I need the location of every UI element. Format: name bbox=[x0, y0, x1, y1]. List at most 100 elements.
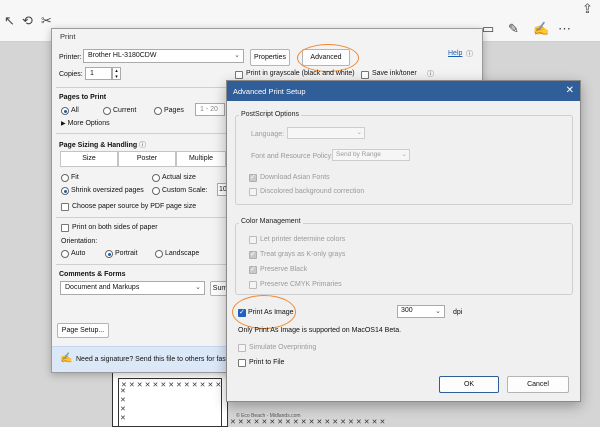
grayscale-label: Print in grayscale (black and white) bbox=[246, 70, 355, 77]
close-icon[interactable]: ✕ bbox=[566, 85, 574, 96]
actual-size-label: Actual size bbox=[162, 174, 196, 181]
font-policy-value: Send by Range bbox=[336, 151, 381, 158]
grayscale-checkbox[interactable] bbox=[235, 71, 243, 79]
document-pattern-bottom: ✕✕✕✕✕✕✕✕✕✕✕✕✕✕✕✕✕✕✕✕ bbox=[230, 419, 388, 426]
help-info-icon: ⓘ bbox=[466, 51, 473, 58]
actual-size-radio[interactable] bbox=[152, 174, 160, 182]
fit-radio[interactable] bbox=[61, 174, 69, 182]
advanced-highlight-oval bbox=[297, 44, 359, 72]
copies-stepper[interactable]: ▴ ▾ bbox=[112, 67, 121, 80]
portrait-radio[interactable] bbox=[105, 250, 113, 258]
both-sides-checkbox[interactable] bbox=[61, 224, 69, 232]
chevron-down-icon: ⌄ bbox=[234, 52, 240, 59]
paper-source-checkbox[interactable] bbox=[61, 203, 69, 211]
tab-poster[interactable]: Poster bbox=[118, 151, 176, 167]
save-ink-checkbox[interactable] bbox=[361, 71, 369, 79]
macos-note: Only Print As Image is supported on MacO… bbox=[238, 327, 402, 334]
dpi-unit: dpi bbox=[453, 309, 463, 316]
page-sizing-label: Page Sizing & Handling bbox=[59, 142, 138, 149]
chevron-down-icon: ⌄ bbox=[435, 308, 441, 315]
advanced-print-setup-dialog: Advanced Print Setup ✕ PostScript Option… bbox=[226, 80, 581, 402]
cancel-button[interactable]: Cancel bbox=[507, 376, 569, 393]
document-pattern-left: ✕ ✕ ✕ ✕ bbox=[120, 388, 126, 422]
landscape-label: Landscape bbox=[165, 250, 200, 257]
tab-size[interactable]: Size bbox=[60, 151, 118, 167]
chevron-down-icon: ⌄ bbox=[401, 151, 407, 158]
signature-icon: ✍ bbox=[60, 353, 73, 364]
print-to-file-label: Print to File bbox=[249, 359, 285, 366]
scissors-icon[interactable]: ✂ bbox=[41, 14, 52, 27]
download-fonts-label: Download Asian Fonts bbox=[260, 174, 330, 181]
sign-icon[interactable]: ✍ bbox=[533, 22, 549, 35]
simulate-overprint-checkbox[interactable] bbox=[238, 344, 246, 352]
undo-icon[interactable]: ⟲ bbox=[22, 14, 33, 27]
orientation-label: Orientation: bbox=[61, 238, 98, 245]
discolored-bg-label: Discolored background correction bbox=[260, 188, 365, 195]
preserve-cmyk-label: Preserve CMYK Primaries bbox=[260, 281, 342, 288]
current-label: Current bbox=[113, 107, 137, 114]
comment-icon[interactable]: ▭ bbox=[482, 22, 494, 35]
print-to-file-checkbox[interactable] bbox=[238, 359, 246, 367]
advanced-dialog-titlebar: Advanced Print Setup ✕ bbox=[227, 81, 580, 101]
banner-text: Need a signature? Send this file to othe… bbox=[76, 356, 230, 363]
copies-label: Copies: bbox=[59, 71, 83, 78]
treat-grays-label: Treat grays as K-only grays bbox=[260, 251, 346, 258]
color-management-heading: Color Management bbox=[239, 218, 303, 225]
treat-grays-checkbox[interactable] bbox=[249, 250, 257, 259]
cursor-icon[interactable]: ↖ bbox=[4, 14, 15, 27]
chevron-down-icon: ⌄ bbox=[356, 129, 362, 136]
preserve-black-label: Preserve Black bbox=[260, 266, 308, 273]
chevron-down-icon: ⌄ bbox=[195, 284, 201, 291]
dpi-value: 300 bbox=[401, 307, 413, 314]
current-radio[interactable] bbox=[103, 107, 111, 115]
properties-button[interactable]: Properties bbox=[250, 49, 290, 66]
print-as-image-highlight-oval bbox=[232, 295, 296, 329]
triangle-right-icon: ▶ bbox=[61, 121, 66, 127]
font-policy-select[interactable]: Send by Range ⌄ bbox=[332, 149, 410, 161]
save-ink-label: Save ink/toner bbox=[372, 70, 417, 77]
let-printer-checkbox[interactable] bbox=[249, 236, 257, 244]
postscript-options-heading: PostScript Options bbox=[239, 111, 301, 118]
dpi-select[interactable]: 300 ⌄ bbox=[397, 305, 445, 318]
landscape-radio[interactable] bbox=[155, 250, 163, 258]
more-icon[interactable]: ⋯ bbox=[558, 22, 571, 35]
printer-label: Printer: bbox=[59, 54, 82, 61]
comments-select[interactable]: Document and Markups ⌄ bbox=[60, 281, 205, 295]
highlight-icon[interactable]: ✎ bbox=[508, 22, 519, 35]
help-link[interactable]: Help bbox=[448, 50, 462, 57]
printer-select[interactable]: Brother HL-3180CDW ⌄ bbox=[83, 49, 244, 63]
document-page: ✕✕✕✕✕✕✕✕✕✕✕✕✕✕ ✕ ✕ ✕ ✕ bbox=[112, 372, 228, 427]
auto-label: Auto bbox=[71, 250, 86, 257]
pages-radio[interactable] bbox=[154, 107, 162, 115]
copies-input[interactable]: 1 bbox=[85, 67, 112, 80]
share-icon[interactable]: ⇪ bbox=[582, 2, 593, 15]
page-setup-button[interactable]: Page Setup... bbox=[57, 323, 109, 338]
download-fonts-checkbox[interactable] bbox=[249, 173, 257, 182]
pages-range-input[interactable]: 1 - 20 bbox=[195, 103, 225, 116]
paper-source-label: Choose paper source by PDF page size bbox=[72, 203, 197, 210]
preserve-black-checkbox[interactable] bbox=[249, 265, 257, 274]
tab-multiple[interactable]: Multiple bbox=[176, 151, 226, 167]
fit-label: Fit bbox=[71, 174, 79, 181]
printer-value: Brother HL-3180CDW bbox=[88, 52, 157, 59]
save-ink-info-icon: ⓘ bbox=[427, 71, 434, 78]
all-label: All bbox=[71, 107, 79, 114]
simulate-overprint-label: Simulate Overprinting bbox=[249, 344, 317, 351]
pages-label: Pages bbox=[164, 107, 184, 114]
auto-radio[interactable] bbox=[61, 250, 69, 258]
comments-forms-heading: Comments & Forms bbox=[59, 271, 126, 278]
comments-value: Document and Markups bbox=[65, 284, 140, 291]
more-options-toggle[interactable]: ▶ More Options bbox=[61, 120, 110, 127]
ok-button[interactable]: OK bbox=[439, 376, 499, 393]
let-printer-label: Let printer determine colors bbox=[260, 236, 346, 243]
document-pattern: ✕✕✕✕✕✕✕✕✕✕✕✕✕✕ bbox=[121, 382, 221, 389]
shrink-radio[interactable] bbox=[61, 187, 69, 195]
custom-scale-radio[interactable] bbox=[152, 187, 160, 195]
language-select[interactable]: ⌄ bbox=[287, 127, 365, 139]
preserve-cmyk-checkbox[interactable] bbox=[249, 281, 257, 289]
all-radio[interactable] bbox=[61, 107, 69, 115]
page-sizing-info-icon: ⓘ bbox=[139, 142, 147, 149]
discolored-bg-checkbox[interactable] bbox=[249, 188, 257, 196]
custom-scale-label: Custom Scale: bbox=[162, 187, 208, 194]
language-label: Language: bbox=[251, 131, 285, 138]
